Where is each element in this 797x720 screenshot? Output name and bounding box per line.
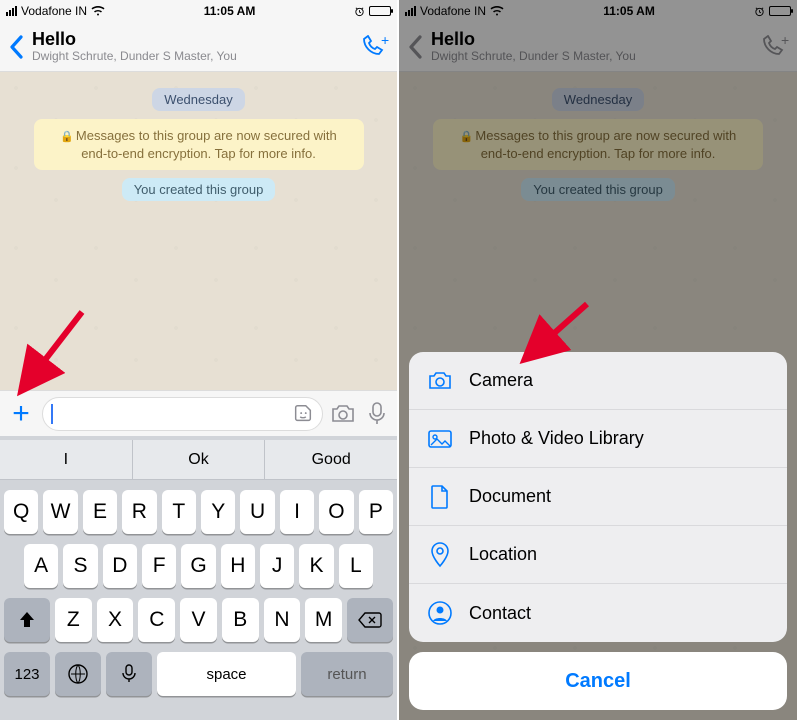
- key-p[interactable]: P: [359, 490, 393, 534]
- keyboard-row-1: Q W E R T Y U I O P: [4, 490, 393, 534]
- action-sheet: Camera Photo & Video Library Document Lo…: [409, 352, 787, 710]
- keyboard-row-3: Z X C V B N M: [4, 598, 393, 642]
- battery-icon: [369, 6, 391, 16]
- wifi-icon: [91, 6, 105, 16]
- sheet-item-document[interactable]: Document: [409, 468, 787, 526]
- sheet-item-location[interactable]: Location: [409, 526, 787, 584]
- key-t[interactable]: T: [162, 490, 196, 534]
- keyboard-row-2: A S D F G H J K L: [4, 544, 393, 588]
- key-e[interactable]: E: [83, 490, 117, 534]
- document-icon: [427, 484, 453, 510]
- contact-icon: [427, 601, 453, 625]
- camera-icon: [427, 370, 453, 392]
- alarm-icon: [354, 6, 365, 17]
- key-v[interactable]: V: [180, 598, 217, 642]
- key-shift[interactable]: [4, 598, 50, 642]
- key-123[interactable]: 123: [4, 652, 50, 696]
- sticker-icon[interactable]: [292, 403, 314, 425]
- signal-icon: [6, 6, 17, 16]
- key-space[interactable]: space: [157, 652, 296, 696]
- date-chip: Wednesday: [152, 88, 244, 111]
- message-input-wrap[interactable]: [42, 397, 323, 431]
- encryption-notice[interactable]: 🔒Messages to this group are now secured …: [34, 119, 364, 170]
- key-dictation[interactable]: [106, 652, 152, 696]
- key-s[interactable]: S: [63, 544, 97, 588]
- key-z[interactable]: Z: [55, 598, 92, 642]
- chat-subtitle: Dwight Schrute, Dunder S Master, You: [32, 50, 353, 64]
- message-input[interactable]: [53, 405, 292, 422]
- key-w[interactable]: W: [43, 490, 77, 534]
- input-bar: +: [0, 390, 397, 436]
- key-x[interactable]: X: [97, 598, 134, 642]
- chat-title-block[interactable]: Hello Dwight Schrute, Dunder S Master, Y…: [32, 29, 353, 63]
- keyboard: I Ok Good Q W E R T Y U I O P A S D F: [0, 436, 397, 720]
- chat-body[interactable]: Wednesday 🔒Messages to this group are no…: [0, 72, 397, 388]
- status-time: 11:05 AM: [204, 4, 256, 18]
- lock-icon: 🔒: [60, 131, 74, 143]
- key-f[interactable]: F: [142, 544, 176, 588]
- created-chip: You created this group: [122, 178, 276, 201]
- sheet-item-library[interactable]: Photo & Video Library: [409, 410, 787, 468]
- sheet-label: Contact: [469, 603, 531, 624]
- key-b[interactable]: B: [222, 598, 259, 642]
- carrier-label: Vodafone IN: [21, 4, 87, 18]
- chat-header: Hello Dwight Schrute, Dunder S Master, Y…: [0, 22, 397, 72]
- mic-button[interactable]: [363, 402, 391, 426]
- gallery-icon: [427, 428, 453, 450]
- key-y[interactable]: Y: [201, 490, 235, 534]
- sheet-label: Camera: [469, 370, 533, 391]
- key-a[interactable]: A: [24, 544, 58, 588]
- location-icon: [427, 542, 453, 568]
- key-n[interactable]: N: [264, 598, 301, 642]
- camera-button[interactable]: [329, 403, 357, 425]
- attach-button[interactable]: +: [6, 397, 36, 431]
- key-k[interactable]: K: [299, 544, 333, 588]
- keyboard-suggestions: I Ok Good: [0, 440, 397, 480]
- suggestion-1[interactable]: I: [0, 440, 133, 479]
- key-m[interactable]: M: [305, 598, 342, 642]
- key-u[interactable]: U: [240, 490, 274, 534]
- key-l[interactable]: L: [339, 544, 373, 588]
- call-button[interactable]: +: [359, 35, 389, 59]
- key-i[interactable]: I: [280, 490, 314, 534]
- key-backspace[interactable]: [347, 598, 393, 642]
- chat-title: Hello: [32, 29, 353, 50]
- right-phone: Vodafone IN 11:05 AM Hello Dwight Schrut…: [399, 0, 797, 720]
- key-d[interactable]: D: [103, 544, 137, 588]
- svg-text:+: +: [381, 35, 389, 48]
- suggestion-2[interactable]: Ok: [133, 440, 266, 479]
- key-c[interactable]: C: [138, 598, 175, 642]
- left-phone: Vodafone IN 11:05 AM Hello Dwight Schrut…: [0, 0, 398, 720]
- sheet-item-contact[interactable]: Contact: [409, 584, 787, 642]
- key-h[interactable]: H: [221, 544, 255, 588]
- key-o[interactable]: O: [319, 490, 353, 534]
- status-bar: Vodafone IN 11:05 AM: [0, 0, 397, 22]
- sheet-label: Document: [469, 486, 551, 507]
- key-q[interactable]: Q: [4, 490, 38, 534]
- sheet-label: Photo & Video Library: [469, 428, 644, 449]
- key-r[interactable]: R: [122, 490, 156, 534]
- suggestion-3[interactable]: Good: [265, 440, 397, 479]
- sheet-cancel-button[interactable]: Cancel: [409, 652, 787, 710]
- key-g[interactable]: G: [181, 544, 215, 588]
- back-button[interactable]: [8, 34, 26, 60]
- sheet-label: Location: [469, 544, 537, 565]
- key-emoji[interactable]: [55, 652, 101, 696]
- key-return[interactable]: return: [301, 652, 393, 696]
- keyboard-row-bottom: 123 space return: [4, 652, 393, 696]
- key-j[interactable]: J: [260, 544, 294, 588]
- sheet-item-camera[interactable]: Camera: [409, 352, 787, 410]
